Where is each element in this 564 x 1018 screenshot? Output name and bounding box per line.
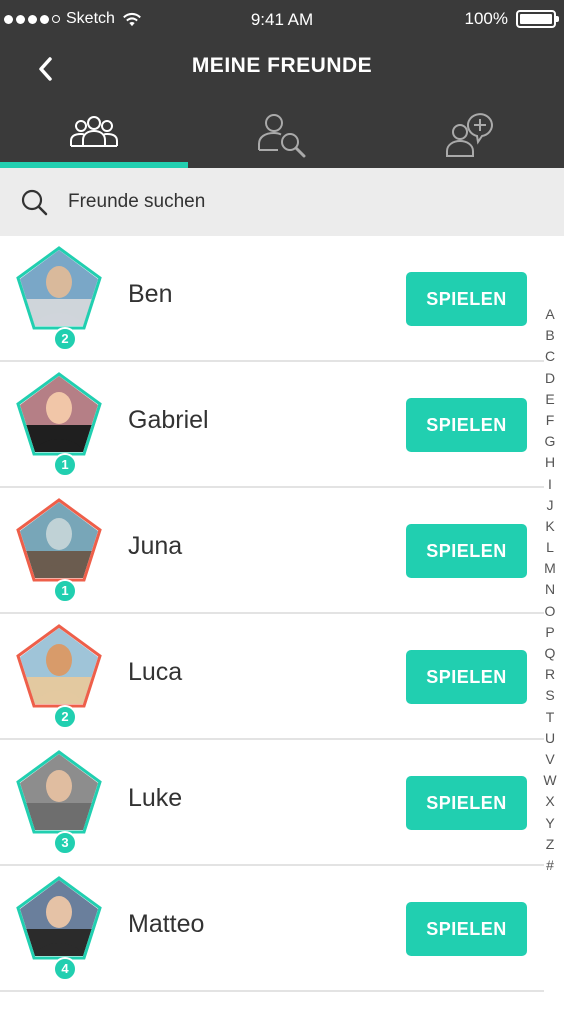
nav-bar: MEINE FREUNDE <box>0 40 564 96</box>
list-item[interactable]: 3 Luke SPIELEN <box>0 740 544 866</box>
tab-friends[interactable] <box>0 108 188 168</box>
alphabet-letter[interactable]: X <box>545 791 554 812</box>
friend-name: Juna <box>128 532 183 560</box>
alphabet-letter[interactable]: K <box>545 516 554 537</box>
user-add-chat-icon <box>446 113 493 157</box>
list-item[interactable]: 4 Matteo SPIELEN <box>0 866 544 992</box>
alphabet-letter[interactable]: E <box>545 389 554 410</box>
alphabet-letter[interactable]: T <box>546 707 555 728</box>
friend-name: Gabriel <box>128 406 209 434</box>
play-button[interactable]: SPIELEN <box>406 524 527 578</box>
play-button[interactable]: SPIELEN <box>406 776 527 830</box>
alphabet-letter[interactable]: A <box>545 304 554 325</box>
alphabet-letter[interactable]: U <box>545 728 555 749</box>
battery-icon <box>516 10 559 28</box>
alphabet-letter[interactable]: F <box>546 410 555 431</box>
friend-name: Luca <box>128 658 183 686</box>
search-bar[interactable]: Freunde suchen <box>0 168 564 236</box>
app-header: Sketch 9:41 AM 100% MEINE FREUNDE <box>0 0 564 168</box>
alphabet-index[interactable]: A B C D E F G H I J K L M N O P Q R S T U V W X Y Z # <box>540 304 560 876</box>
level-badge: 1 <box>53 579 77 603</box>
alphabet-letter[interactable]: D <box>545 368 555 389</box>
alphabet-letter[interactable]: Z <box>546 834 555 855</box>
list-item[interactable]: 1 Juna SPIELEN <box>0 488 544 614</box>
alphabet-letter[interactable]: G <box>545 431 556 452</box>
alphabet-letter[interactable]: O <box>545 601 556 622</box>
tab-search-user[interactable] <box>188 108 376 168</box>
alphabet-letter[interactable]: W <box>543 770 556 791</box>
alphabet-letter[interactable]: L <box>546 537 554 558</box>
alphabet-letter[interactable]: B <box>545 325 554 346</box>
alphabet-letter[interactable]: V <box>545 749 554 770</box>
play-button[interactable]: SPIELEN <box>406 272 527 326</box>
tab-add-friend[interactable] <box>376 108 564 168</box>
friend-name: Luke <box>128 784 183 812</box>
list-item[interactable]: 1 Gabriel SPIELEN <box>0 362 544 488</box>
tab-bar <box>0 108 564 168</box>
friend-name: Ben <box>128 280 173 308</box>
level-badge: 4 <box>53 957 77 981</box>
level-badge: 3 <box>53 831 77 855</box>
user-search-icon <box>258 114 306 158</box>
play-button[interactable]: SPIELEN <box>406 650 527 704</box>
list-item[interactable]: 2 Luca SPIELEN <box>0 614 544 740</box>
friend-list: 2 Ben SPIELEN 1 Gabriel SPIELEN 1 Juna SPIELEN 2 L… <box>0 236 544 992</box>
level-badge: 2 <box>53 327 77 351</box>
battery-percent: 100% <box>464 9 508 28</box>
search-icon <box>21 189 48 216</box>
alphabet-letter[interactable]: Y <box>545 813 554 834</box>
friend-name: Matteo <box>128 910 205 938</box>
friends-group-icon <box>70 116 118 147</box>
alphabet-letter[interactable]: S <box>545 685 554 706</box>
alphabet-letter[interactable]: # <box>546 855 554 876</box>
alphabet-letter[interactable]: N <box>545 579 555 600</box>
alphabet-letter[interactable]: P <box>545 622 554 643</box>
play-button[interactable]: SPIELEN <box>406 902 527 956</box>
alphabet-letter[interactable]: R <box>545 664 555 685</box>
alphabet-letter[interactable]: C <box>545 346 555 367</box>
alphabet-letter[interactable]: J <box>547 495 554 516</box>
status-bar: Sketch 9:41 AM 100% <box>0 0 564 40</box>
level-badge: 1 <box>53 453 77 477</box>
alphabet-letter[interactable]: M <box>544 558 556 579</box>
list-item[interactable]: 2 Ben SPIELEN <box>0 236 544 362</box>
alphabet-letter[interactable]: H <box>545 452 555 473</box>
search-input[interactable]: Freunde suchen <box>68 191 205 213</box>
alphabet-letter[interactable]: Q <box>545 643 556 664</box>
alphabet-letter[interactable]: I <box>548 474 552 495</box>
level-badge: 2 <box>53 705 77 729</box>
page-title: MEINE FREUNDE <box>191 54 373 77</box>
status-right: 100% <box>464 9 559 29</box>
play-button[interactable]: SPIELEN <box>406 398 527 452</box>
